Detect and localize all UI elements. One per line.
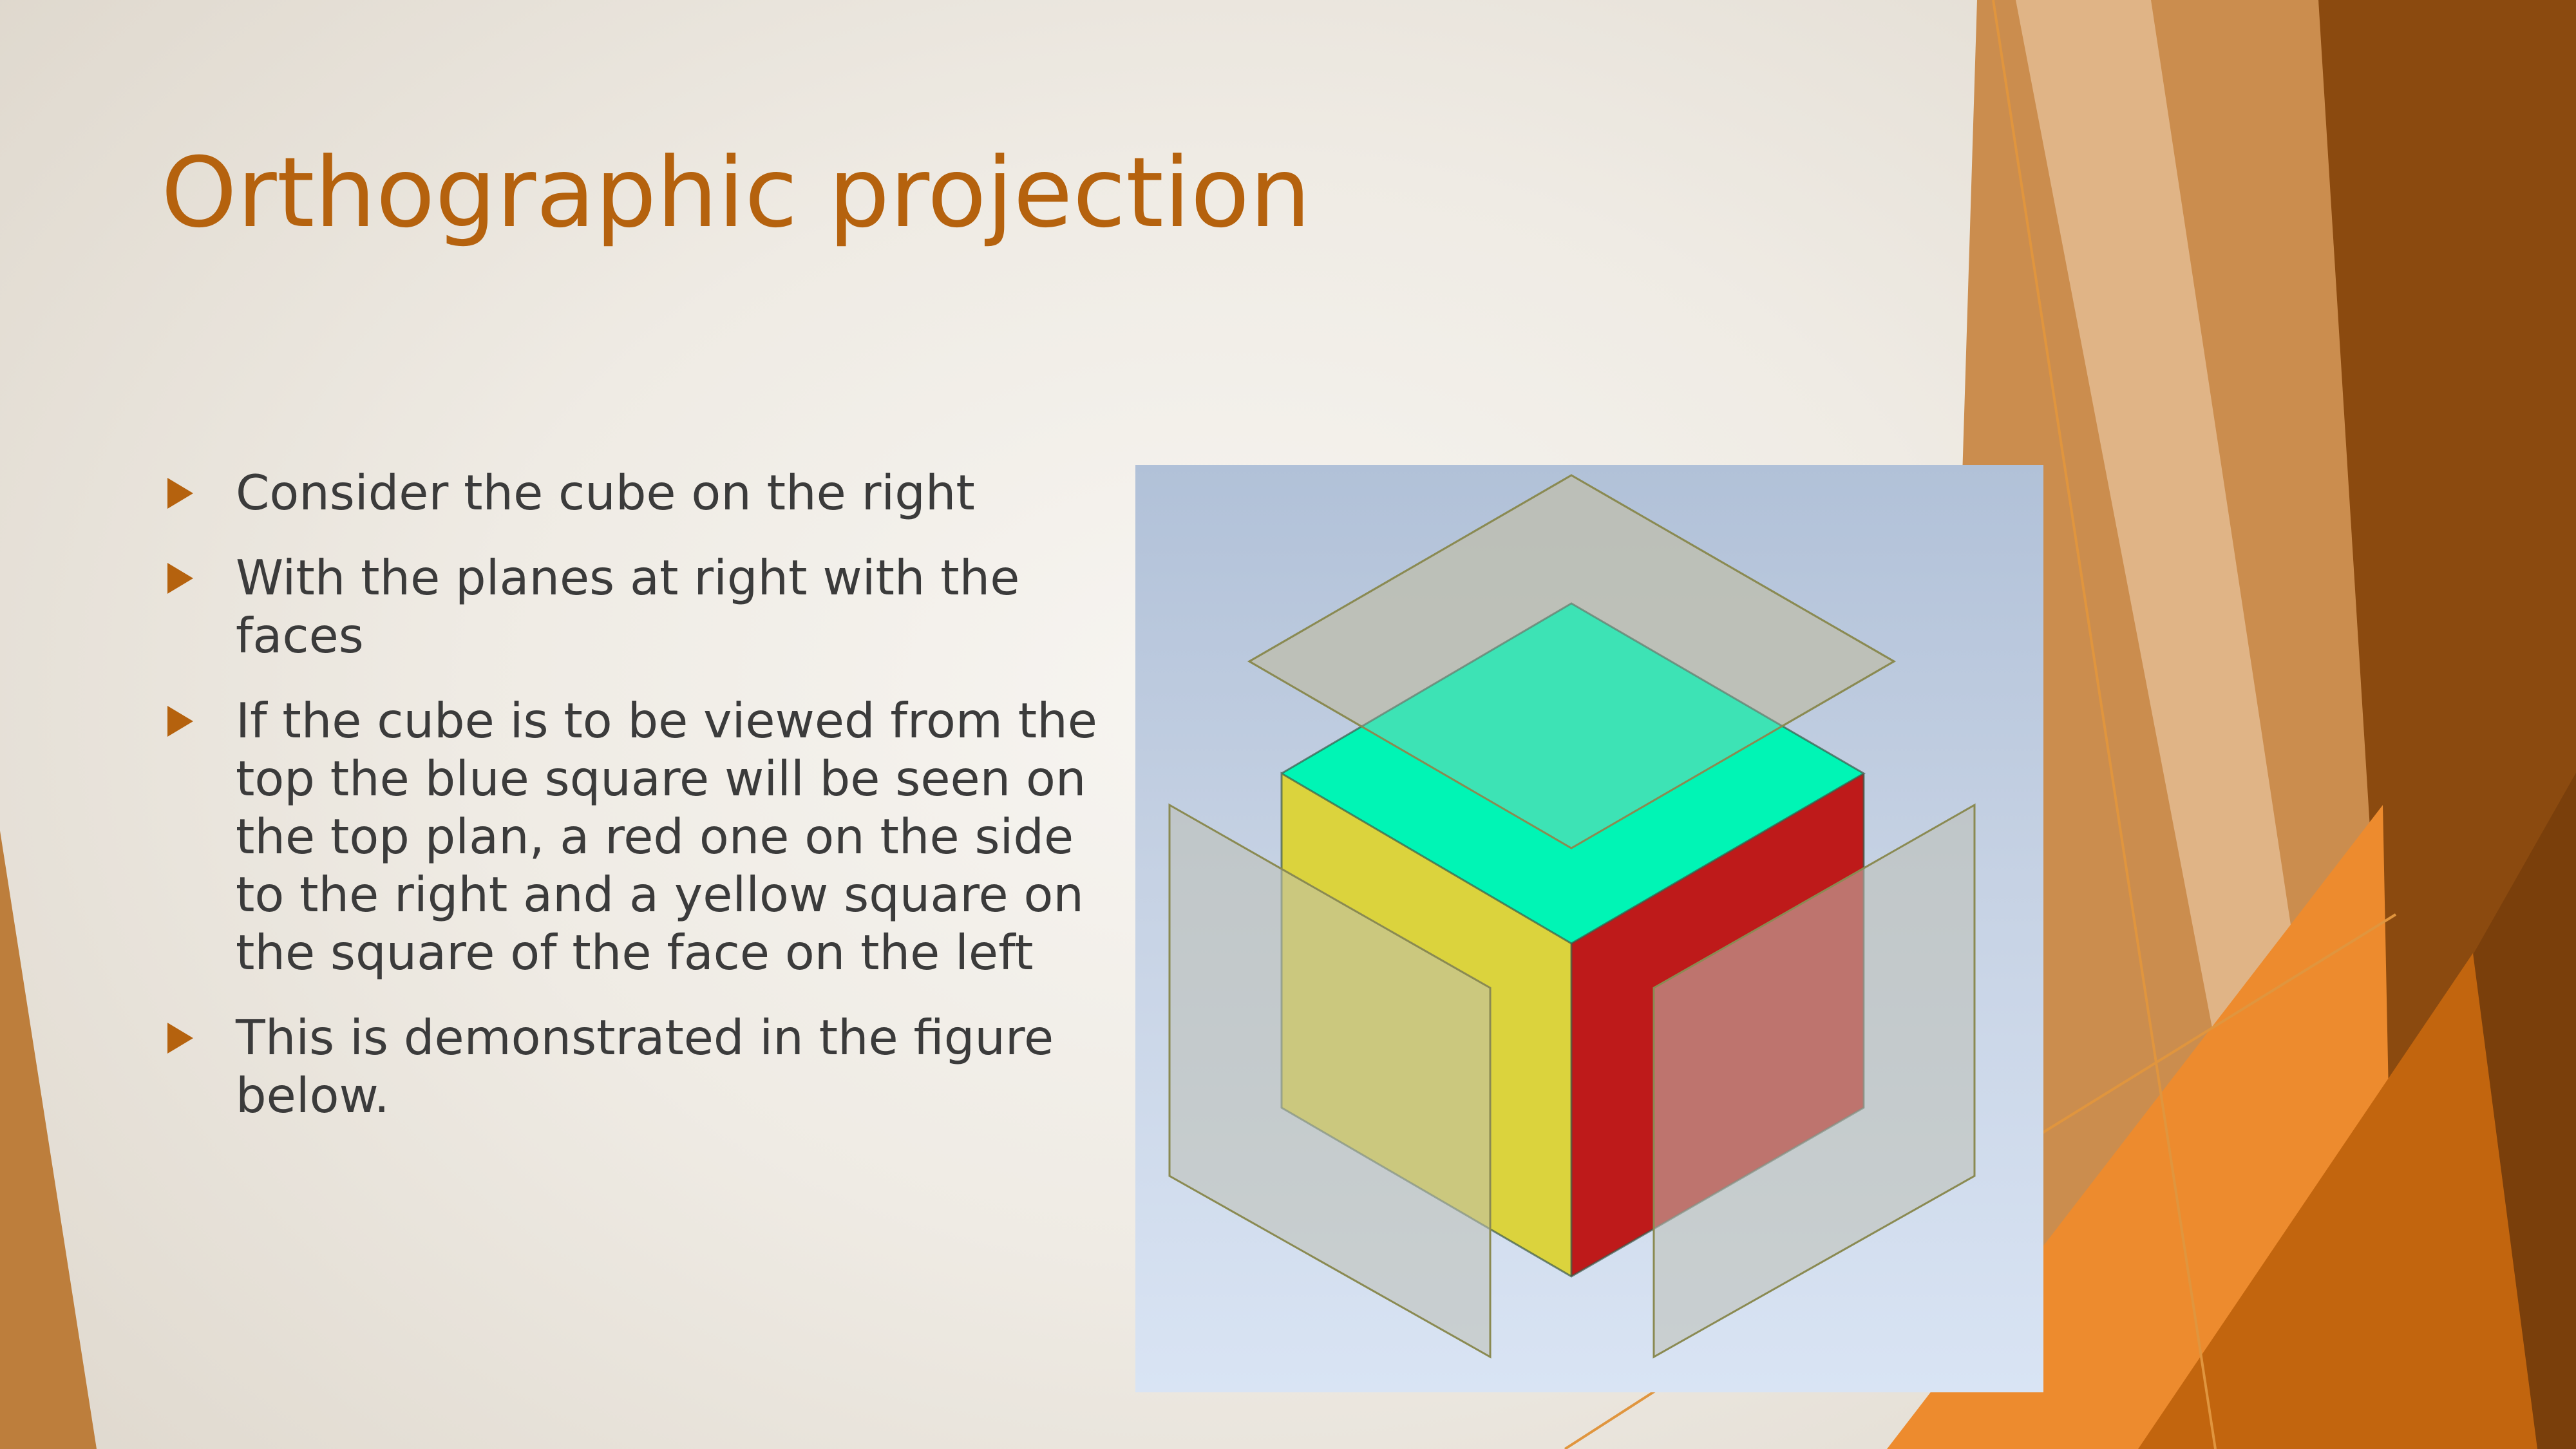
bullet-list: Consider the cube on the right With the … [161,464,1101,1151]
bullet-text: Consider the cube on the right [236,464,975,521]
slide-title: Orthographic projection [161,137,1311,249]
bullet-arrow-icon [167,706,193,737]
bullet-item: With the planes at right with the faces [161,549,1101,665]
slide: Orthographic projection Consider the cub… [0,0,2576,1449]
bullet-item: If the cube is to be viewed from the top… [161,692,1101,981]
bullet-text: This is demonstrated in the figure below… [236,1009,1054,1124]
bullet-arrow-icon [167,1023,193,1054]
facet-line-3 [1564,1390,1656,1449]
cube-projection-figure [1135,465,2043,1392]
bullet-text: If the cube is to be viewed from the top… [236,692,1097,981]
bullet-arrow-icon [167,563,193,594]
bullet-arrow-icon [167,478,193,509]
bullet-item: This is demonstrated in the figure below… [161,1009,1101,1124]
cube-projection-diagram [1168,474,1976,1359]
bullet-text: With the planes at right with the faces [236,549,1020,664]
left-facet [0,831,97,1449]
bullet-item: Consider the cube on the right [161,464,1101,522]
